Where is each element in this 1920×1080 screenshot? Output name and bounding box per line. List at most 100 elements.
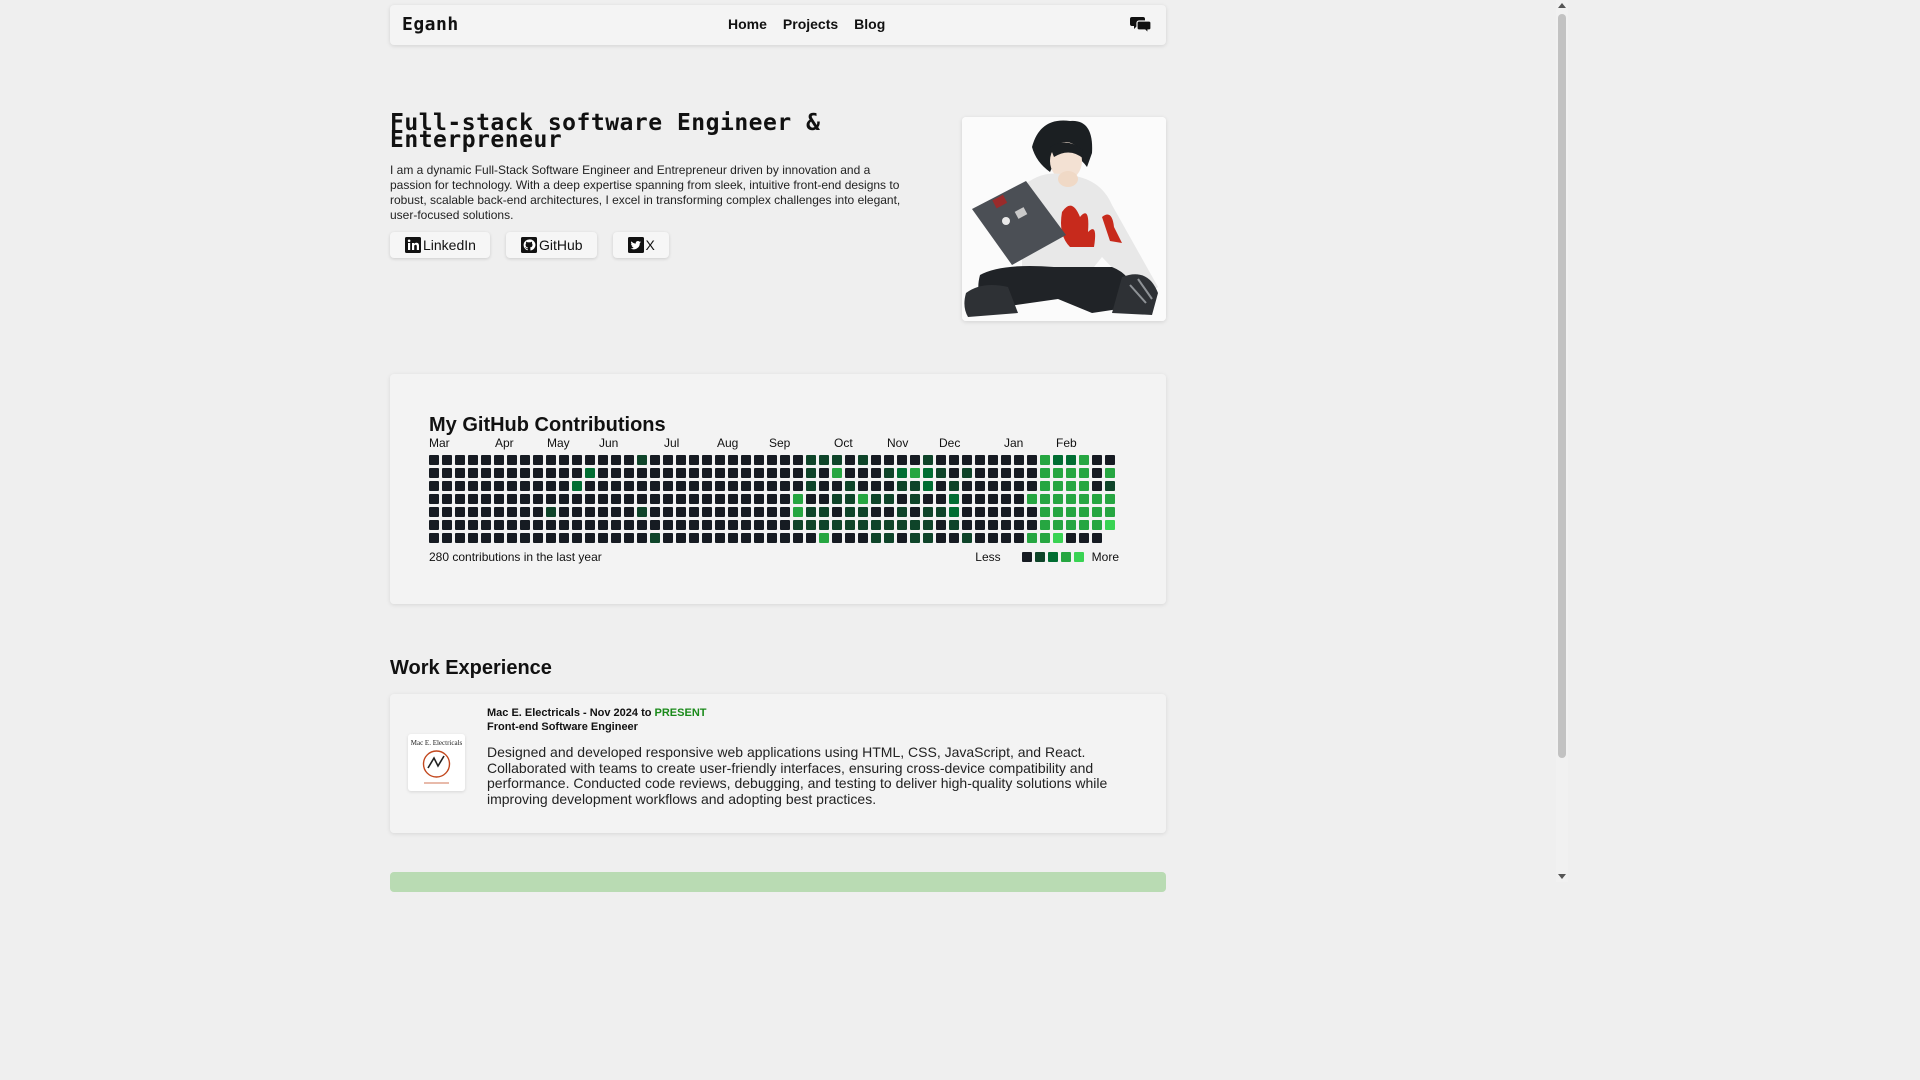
- contribution-cell[interactable]: [1040, 507, 1050, 517]
- contribution-cell[interactable]: [650, 468, 660, 478]
- contribution-cell[interactable]: [780, 507, 790, 517]
- contribution-cell[interactable]: [871, 481, 881, 491]
- contribution-cell[interactable]: [611, 507, 621, 517]
- contribution-cell[interactable]: [858, 481, 868, 491]
- contribution-cell[interactable]: [533, 468, 543, 478]
- contribution-cell[interactable]: [637, 494, 647, 504]
- contribution-cell[interactable]: [845, 507, 855, 517]
- contribution-cell[interactable]: [1027, 533, 1037, 543]
- contribution-cell[interactable]: [715, 481, 725, 491]
- contribution-cell[interactable]: [754, 507, 764, 517]
- contribution-cell[interactable]: [455, 520, 465, 530]
- contribution-cell[interactable]: [988, 494, 998, 504]
- contribution-cell[interactable]: [1040, 455, 1050, 465]
- contribution-cell[interactable]: [1066, 494, 1076, 504]
- contribution-cell[interactable]: [429, 481, 439, 491]
- contribution-cell[interactable]: [871, 455, 881, 465]
- contribution-cell[interactable]: [546, 481, 556, 491]
- contribution-cell[interactable]: [455, 507, 465, 517]
- contribution-cell[interactable]: [910, 494, 920, 504]
- contribution-cell[interactable]: [988, 481, 998, 491]
- contribution-cell[interactable]: [624, 494, 634, 504]
- contribution-cell[interactable]: [845, 533, 855, 543]
- contribution-cell[interactable]: [676, 455, 686, 465]
- contribution-cell[interactable]: [507, 507, 517, 517]
- contribution-cell[interactable]: [546, 520, 556, 530]
- contribution-cell[interactable]: [949, 494, 959, 504]
- contribution-cell[interactable]: [871, 494, 881, 504]
- contribution-cell[interactable]: [611, 481, 621, 491]
- contribution-cell[interactable]: [494, 494, 504, 504]
- contribution-cell[interactable]: [832, 455, 842, 465]
- contribution-cell[interactable]: [988, 520, 998, 530]
- contribution-cell[interactable]: [1001, 533, 1011, 543]
- contribution-cell[interactable]: [923, 533, 933, 543]
- scroll-up-arrow-icon[interactable]: [1558, 3, 1566, 8]
- contribution-cell[interactable]: [949, 520, 959, 530]
- contribution-cell[interactable]: [429, 494, 439, 504]
- contribution-cell[interactable]: [962, 468, 972, 478]
- contribution-cell[interactable]: [754, 468, 764, 478]
- contribution-cell[interactable]: [455, 533, 465, 543]
- contribution-cell[interactable]: [468, 455, 478, 465]
- contribution-cell[interactable]: [780, 494, 790, 504]
- contribution-cell[interactable]: [1014, 494, 1024, 504]
- contribution-cell[interactable]: [832, 533, 842, 543]
- contribution-cell[interactable]: [624, 468, 634, 478]
- contribution-cell[interactable]: [884, 520, 894, 530]
- contribution-cell[interactable]: [780, 533, 790, 543]
- contribution-cell[interactable]: [1001, 507, 1011, 517]
- contribution-cell[interactable]: [793, 507, 803, 517]
- contribution-cell[interactable]: [832, 520, 842, 530]
- contribution-cell[interactable]: [1053, 481, 1063, 491]
- contribution-cell[interactable]: [650, 507, 660, 517]
- contribution-cell[interactable]: [1027, 481, 1037, 491]
- contribution-cell[interactable]: [715, 468, 725, 478]
- contribution-cell[interactable]: [442, 481, 452, 491]
- contribution-cell[interactable]: [897, 468, 907, 478]
- contribution-cell[interactable]: [1040, 468, 1050, 478]
- contribution-cell[interactable]: [728, 455, 738, 465]
- contribution-cell[interactable]: [741, 533, 751, 543]
- contribution-cell[interactable]: [715, 520, 725, 530]
- contribution-cell[interactable]: [1066, 468, 1076, 478]
- contribution-cell[interactable]: [494, 468, 504, 478]
- contribution-cell[interactable]: [1066, 507, 1076, 517]
- contribution-cell[interactable]: [910, 533, 920, 543]
- contribution-cell[interactable]: [728, 468, 738, 478]
- contribution-cell[interactable]: [845, 455, 855, 465]
- contribution-cell[interactable]: [689, 507, 699, 517]
- contribution-cell[interactable]: [598, 533, 608, 543]
- contribution-cell[interactable]: [1053, 520, 1063, 530]
- contribution-cell[interactable]: [819, 520, 829, 530]
- contribution-cell[interactable]: [780, 481, 790, 491]
- contribution-cell[interactable]: [754, 520, 764, 530]
- contribution-cell[interactable]: [845, 520, 855, 530]
- contribution-cell[interactable]: [1053, 455, 1063, 465]
- contribution-cell[interactable]: [767, 468, 777, 478]
- contribution-cell[interactable]: [832, 507, 842, 517]
- contribution-cell[interactable]: [1105, 468, 1115, 478]
- contribution-cell[interactable]: [468, 507, 478, 517]
- contribution-cell[interactable]: [559, 520, 569, 530]
- contribution-cell[interactable]: [481, 494, 491, 504]
- contribution-cell[interactable]: [806, 507, 816, 517]
- contribution-cell[interactable]: [780, 468, 790, 478]
- contribution-cell[interactable]: [689, 455, 699, 465]
- contribution-cell[interactable]: [546, 533, 556, 543]
- nav-link-home[interactable]: Home: [728, 16, 767, 32]
- contribution-cell[interactable]: [949, 468, 959, 478]
- contribution-cell[interactable]: [689, 481, 699, 491]
- contribution-cell[interactable]: [637, 468, 647, 478]
- contribution-cell[interactable]: [572, 481, 582, 491]
- contribution-cell[interactable]: [663, 455, 673, 465]
- contribution-cell[interactable]: [793, 455, 803, 465]
- contribution-cell[interactable]: [1027, 520, 1037, 530]
- contribution-cell[interactable]: [806, 533, 816, 543]
- contribution-cell[interactable]: [767, 455, 777, 465]
- contribution-cell[interactable]: [975, 533, 985, 543]
- contribution-cell[interactable]: [975, 507, 985, 517]
- contribution-cell[interactable]: [910, 520, 920, 530]
- contribution-cell[interactable]: [455, 481, 465, 491]
- contribution-cell[interactable]: [572, 455, 582, 465]
